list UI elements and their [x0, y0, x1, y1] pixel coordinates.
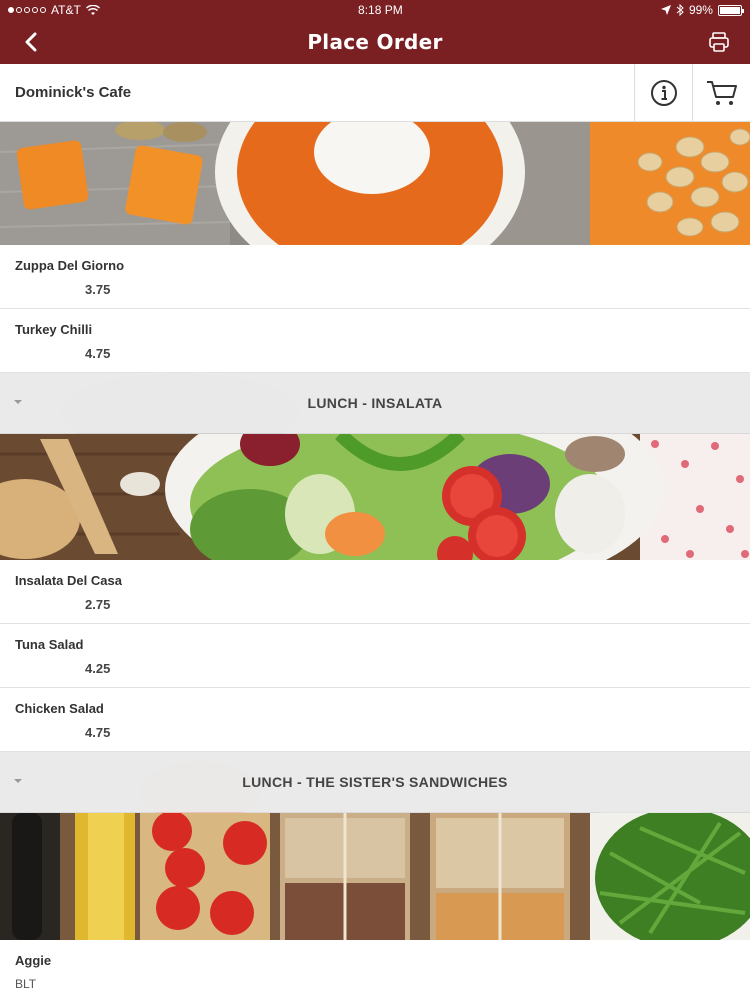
- collapse-caret-icon: [14, 779, 22, 783]
- menu-item[interactable]: Aggie BLT: [0, 940, 750, 1000]
- nav-bar: Place Order: [0, 20, 750, 64]
- section-header-sandwiches[interactable]: LUNCH - THE SISTER'S SANDWICHES: [0, 752, 750, 812]
- menu-item[interactable]: Zuppa Del Giorno 3.75: [0, 245, 750, 309]
- item-price: 4.25: [85, 661, 111, 676]
- item-price: 4.75: [85, 346, 111, 361]
- item-price: 2.75: [85, 597, 111, 612]
- item-price: 3.75: [85, 282, 111, 297]
- back-button[interactable]: [16, 27, 46, 57]
- sandwich-banner-image: [0, 813, 750, 940]
- carrier-label: AT&T: [51, 3, 81, 17]
- menu-item[interactable]: Turkey Chilli 4.75: [0, 309, 750, 373]
- item-name: Chicken Salad: [15, 701, 104, 716]
- restaurant-name: Dominick's Cafe: [15, 84, 132, 101]
- soup-banner-image: [0, 122, 750, 245]
- cart-icon: [706, 80, 737, 105]
- item-name: Turkey Chilli: [15, 322, 93, 337]
- info-icon: [650, 79, 677, 106]
- section-title: LUNCH - INSALATA: [307, 395, 443, 411]
- status-bar: AT&T 8:18 PM 99%: [0, 0, 750, 20]
- chevron-left-icon: [25, 32, 37, 52]
- wifi-icon: [85, 4, 100, 15]
- top-bar: AT&T 8:18 PM 99% Place Order: [0, 0, 750, 64]
- item-name: Insalata Del Casa: [15, 573, 122, 588]
- cart-button[interactable]: [692, 63, 750, 122]
- menu-item[interactable]: Insalata Del Casa 2.75: [0, 560, 750, 624]
- item-price: 4.75: [85, 725, 111, 740]
- section-header-insalata[interactable]: LUNCH - INSALATA: [0, 373, 750, 433]
- print-button[interactable]: [704, 27, 734, 57]
- location-arrow-icon: [660, 5, 671, 15]
- signal-strength-icon: [8, 7, 46, 13]
- item-name: Zuppa Del Giorno: [15, 258, 125, 273]
- printer-icon: [709, 32, 729, 52]
- clock: 8:18 PM: [358, 3, 403, 17]
- item-description: BLT: [15, 977, 37, 991]
- bluetooth-icon: [676, 4, 684, 16]
- menu-item[interactable]: Chicken Salad 4.75: [0, 688, 750, 752]
- menu-item[interactable]: Tuna Salad 4.25: [0, 624, 750, 688]
- battery-icon: [717, 4, 744, 16]
- section-title: LUNCH - THE SISTER'S SANDWICHES: [242, 774, 508, 790]
- item-name: Tuna Salad: [15, 637, 84, 652]
- restaurant-header: Dominick's Cafe: [0, 63, 750, 122]
- collapse-caret-icon: [14, 400, 22, 404]
- battery-percent: 99%: [688, 3, 713, 17]
- info-button[interactable]: [634, 63, 692, 122]
- item-name: Aggie: [15, 953, 52, 968]
- page-title: Place Order: [307, 30, 443, 54]
- salad-banner-image: [0, 434, 750, 560]
